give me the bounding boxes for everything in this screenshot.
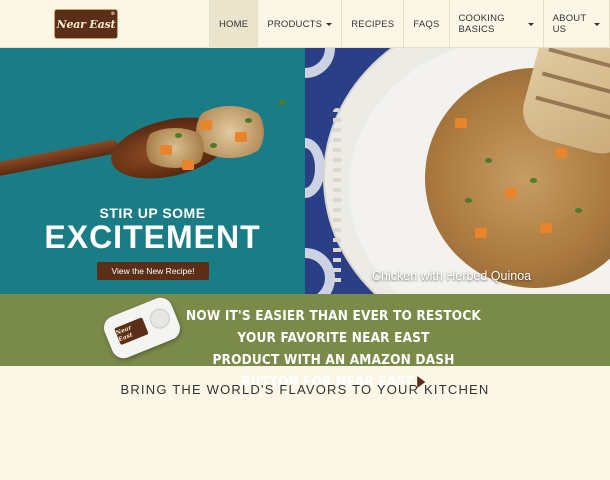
nav-label: PRODUCTS bbox=[267, 18, 323, 30]
nav-item-home[interactable]: HOME bbox=[209, 0, 258, 48]
nav-label: ABOUT US bbox=[552, 13, 587, 35]
caret-down-icon bbox=[594, 22, 600, 26]
logo-text: Near East bbox=[56, 17, 116, 31]
nav-label: RECIPES bbox=[351, 18, 395, 30]
hero-promo-left[interactable]: STIR UP SOME EXCITEMENT View the New Rec… bbox=[0, 48, 305, 294]
dash-banner-line1: NOW IT'S EASIER THAN EVER TO RESTOCK YOU… bbox=[185, 308, 482, 346]
view-recipe-button[interactable]: View the New Recipe! bbox=[97, 262, 209, 280]
near-east-logo[interactable]: Near East ® bbox=[54, 9, 118, 39]
nav-item-faqs[interactable]: FAQS bbox=[403, 0, 448, 48]
hero-promo-right[interactable]: Chicken with Herbed Quinoa bbox=[305, 48, 610, 294]
dash-banner-text: NOW IT'S EASIER THAN EVER TO RESTOCK YOU… bbox=[185, 305, 482, 393]
nav-label: COOKING BASICS bbox=[458, 13, 505, 35]
hero-headline-large: EXCITEMENT bbox=[44, 219, 261, 255]
amazon-dash-banner[interactable]: Near East NOW IT'S EASIER THAN EVER TO R… bbox=[0, 294, 610, 390]
site-header: Near East ® HOME PRODUCTS RECIPES FAQS C… bbox=[0, 0, 610, 48]
nav-label: HOME bbox=[219, 18, 249, 30]
nav-label: FAQS bbox=[413, 18, 440, 30]
registered-mark: ® bbox=[110, 11, 115, 17]
nav-item-cooking-basics[interactable]: COOKING BASICS bbox=[448, 0, 543, 48]
caret-down-icon bbox=[527, 22, 534, 26]
nav-item-recipes[interactable]: RECIPES bbox=[341, 0, 403, 48]
nav-item-about-us[interactable]: ABOUT US bbox=[542, 0, 610, 48]
tagline: BRING THE WORLD'S FLAVORS TO YOUR KITCHE… bbox=[120, 382, 490, 397]
dash-logo-text: Near East bbox=[114, 324, 134, 344]
caret-down-icon bbox=[326, 22, 333, 26]
dash-button-image: Near East bbox=[100, 294, 184, 362]
dish-caption: Chicken with Herbed Quinoa bbox=[372, 269, 532, 283]
nav-item-products[interactable]: PRODUCTS bbox=[257, 0, 341, 48]
main-nav: HOME PRODUCTS RECIPES FAQS COOKING BASIC… bbox=[209, 0, 610, 48]
